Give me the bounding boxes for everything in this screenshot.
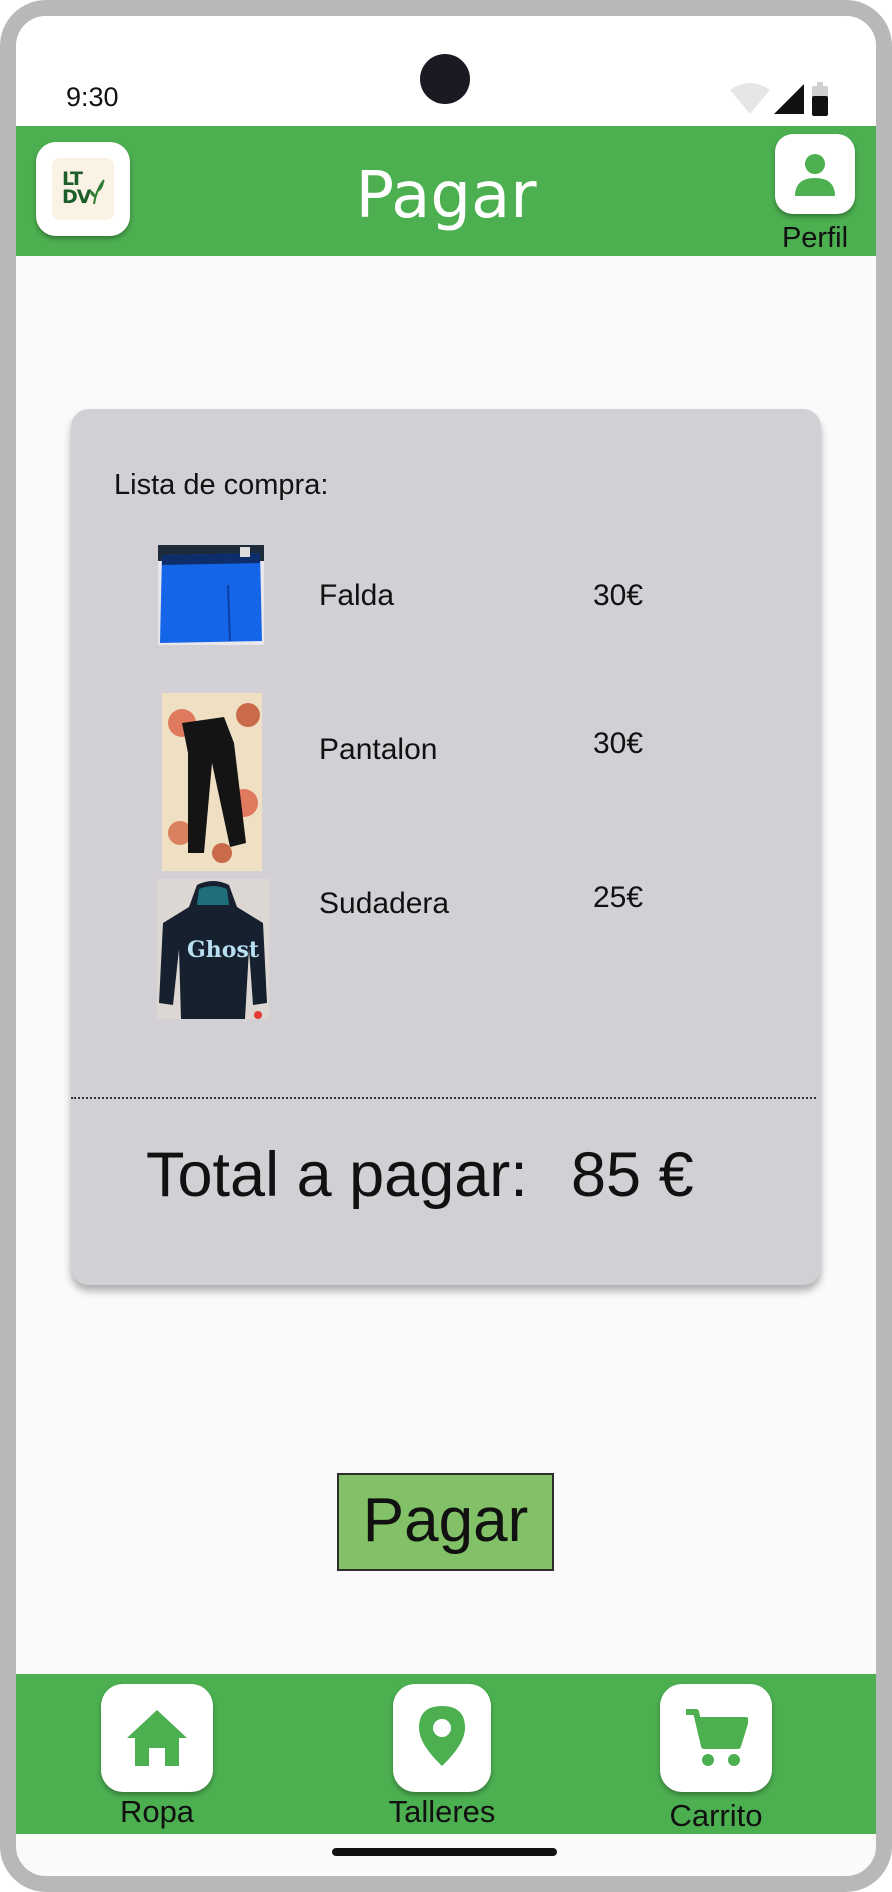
nav-item-ropa[interactable] xyxy=(101,1684,213,1792)
item-thumbnail-trousers xyxy=(162,693,262,871)
total-label: Total a pagar: xyxy=(146,1140,528,1210)
app-bar: LT DV Pagar Perfil xyxy=(16,126,876,256)
item-name: Sudadera xyxy=(319,887,450,920)
wifi-icon xyxy=(730,83,770,114)
bottom-nav: Ropa Talleres Carrito xyxy=(16,1674,876,1834)
pay-button[interactable]: Pagar xyxy=(337,1473,554,1571)
person-icon xyxy=(795,154,835,196)
nav-item-carrito[interactable] xyxy=(660,1684,772,1792)
status-time: 9:30 xyxy=(66,82,119,112)
nav-label-carrito[interactable]: Carrito xyxy=(636,1798,796,1834)
phone-screen: 9:30 LT DV Pagar Perfil Lista de compra:… xyxy=(0,0,892,1892)
system-status-icons xyxy=(730,82,828,116)
nav-label-talleres[interactable]: Talleres xyxy=(362,1794,522,1830)
item-price: 30€ xyxy=(593,727,644,760)
nav-item-talleres[interactable] xyxy=(393,1684,491,1792)
profile-button[interactable] xyxy=(775,134,855,214)
nav-label-ropa[interactable]: Ropa xyxy=(77,1794,237,1830)
item-thumbnail-skirt xyxy=(158,545,264,645)
signal-icon xyxy=(774,84,804,114)
location-pin-icon xyxy=(419,1706,465,1766)
front-camera xyxy=(420,54,470,104)
svg-text:Ghost: Ghost xyxy=(187,937,260,963)
item-price: 30€ xyxy=(593,579,644,612)
shopping-list-card: Lista de compra: Falda 30€ Pantalon 30€ … xyxy=(71,409,821,1285)
item-price: 25€ xyxy=(593,881,644,914)
battery-icon xyxy=(812,82,828,116)
item-thumbnail-hoodie: Ghost xyxy=(157,879,269,1019)
shopping-cart-icon xyxy=(686,1709,748,1766)
item-name: Falda xyxy=(319,579,395,612)
total-value: 85 € xyxy=(571,1140,694,1210)
status-bar: 9:30 xyxy=(16,16,876,126)
shopping-list-title: Lista de compra: xyxy=(114,469,329,501)
page-title: Pagar xyxy=(355,159,537,233)
item-name: Pantalon xyxy=(319,733,438,766)
divider xyxy=(71,1097,816,1099)
profile-label[interactable]: Perfil xyxy=(756,222,874,255)
home-indicator[interactable] xyxy=(332,1848,557,1856)
home-icon xyxy=(127,1710,187,1766)
